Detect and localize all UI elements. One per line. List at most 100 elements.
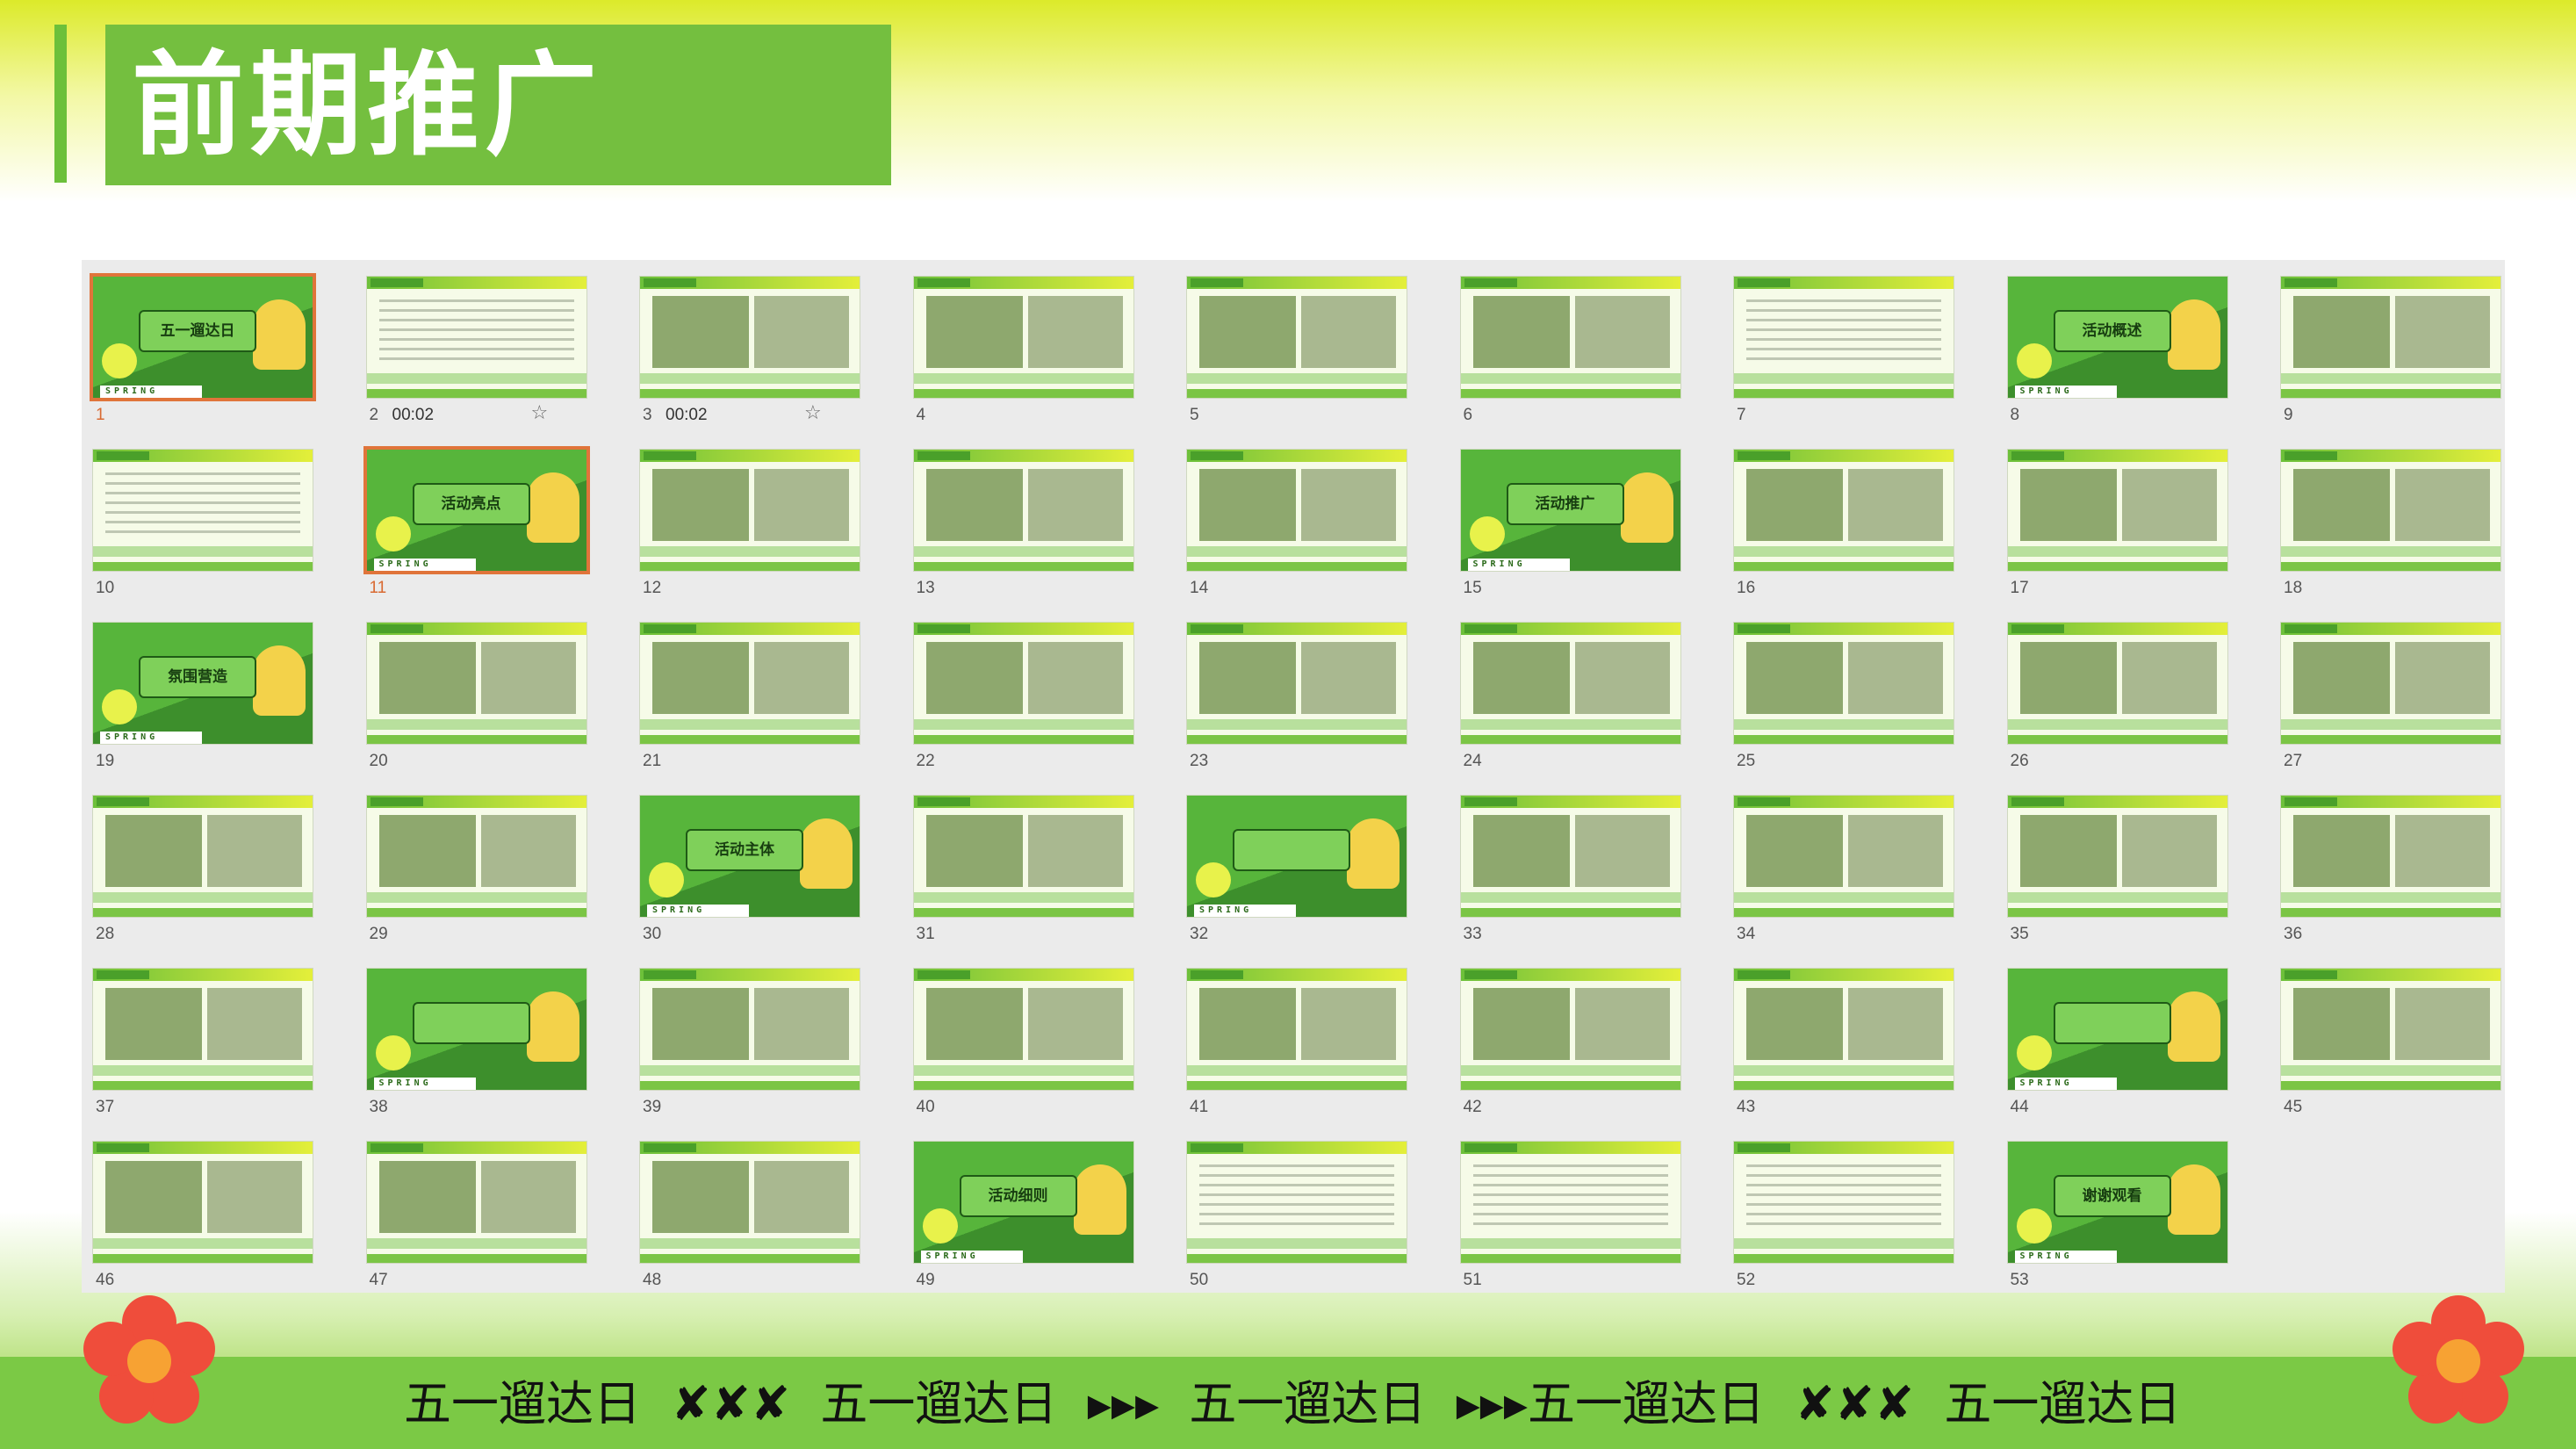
slide-thumbnail-37[interactable]: 37 (85, 959, 313, 1132)
slide-thumbnail-49[interactable]: 活动细则 SPRING 49 (906, 1132, 1134, 1305)
animation-star-icon[interactable]: ☆ (531, 402, 549, 424)
slide-thumbnail-53[interactable]: 谢谢观看 SPRING 53 (2000, 1132, 2228, 1305)
slide-preview[interactable] (1186, 276, 1407, 399)
slide-preview[interactable] (912, 968, 1134, 1091)
slide-preview[interactable] (365, 622, 587, 745)
slide-thumbnail-41[interactable]: 41 (1179, 959, 1407, 1132)
slide-preview[interactable]: 活动细则 SPRING (912, 1141, 1134, 1264)
slide-thumbnail-40[interactable]: 40 (906, 959, 1134, 1132)
slide-preview[interactable]: SPRING (365, 968, 587, 1091)
slide-thumbnail-28[interactable]: 28 (85, 786, 313, 959)
slide-preview[interactable] (2280, 795, 2501, 918)
slide-preview[interactable] (1186, 449, 1407, 572)
slide-preview[interactable]: 活动概述 SPRING (2006, 276, 2228, 399)
slide-preview[interactable] (92, 449, 313, 572)
slide-thumbnail-52[interactable]: 52 (1726, 1132, 1954, 1305)
slide-preview[interactable] (1186, 1141, 1407, 1264)
slide-thumbnail-21[interactable]: 21 (632, 613, 860, 786)
slide-preview[interactable] (1459, 276, 1681, 399)
slide-thumbnail-43[interactable]: 43 (1726, 959, 1954, 1132)
slide-thumbnail-14[interactable]: 14 (1179, 440, 1407, 613)
slide-preview[interactable] (365, 795, 587, 918)
slide-preview[interactable] (365, 1141, 587, 1264)
slide-thumbnail-33[interactable]: 33 (1453, 786, 1681, 959)
slide-thumbnail-9[interactable]: 9 (2273, 267, 2501, 440)
slide-preview[interactable] (912, 449, 1134, 572)
animation-star-icon[interactable]: ☆ (804, 402, 822, 424)
slide-preview[interactable] (1186, 968, 1407, 1091)
slide-preview[interactable] (639, 622, 860, 745)
slide-preview[interactable] (912, 622, 1134, 745)
slide-preview[interactable] (1733, 1141, 1954, 1264)
slide-preview[interactable] (912, 795, 1134, 918)
slide-thumbnail-25[interactable]: 25 (1726, 613, 1954, 786)
slide-thumbnail-51[interactable]: 51 (1453, 1132, 1681, 1305)
slide-preview[interactable] (1459, 968, 1681, 1091)
slide-thumbnail-23[interactable]: 23 (1179, 613, 1407, 786)
slide-thumbnail-13[interactable]: 13 (906, 440, 1134, 613)
slide-preview[interactable] (1459, 795, 1681, 918)
slide-preview[interactable] (1733, 276, 1954, 399)
slide-thumbnail-48[interactable]: 48 (632, 1132, 860, 1305)
slide-preview[interactable] (2006, 795, 2228, 918)
slide-preview[interactable] (2280, 968, 2501, 1091)
slide-thumbnail-3[interactable]: 3 00:02 ☆ (632, 267, 860, 440)
slide-thumbnail-42[interactable]: 42 (1453, 959, 1681, 1132)
slide-thumbnail-32[interactable]: SPRING 32 (1179, 786, 1407, 959)
slide-preview[interactable] (2006, 449, 2228, 572)
slide-preview[interactable] (639, 1141, 860, 1264)
slide-thumbnail-27[interactable]: 27 (2273, 613, 2501, 786)
slide-thumbnail-35[interactable]: 35 (2000, 786, 2228, 959)
slide-preview[interactable] (1459, 1141, 1681, 1264)
slide-preview[interactable]: 谢谢观看 SPRING (2006, 1141, 2228, 1264)
slide-thumbnail-15[interactable]: 活动推广 SPRING 15 (1453, 440, 1681, 613)
slide-thumbnail-31[interactable]: 31 (906, 786, 1134, 959)
slide-thumbnail-34[interactable]: 34 (1726, 786, 1954, 959)
slide-thumbnail-19[interactable]: 氛围营造 SPRING 19 (85, 613, 313, 786)
slide-thumbnail-50[interactable]: 50 (1179, 1132, 1407, 1305)
slide-preview[interactable]: 活动主体 SPRING (639, 795, 860, 918)
slide-preview[interactable] (1733, 449, 1954, 572)
slide-thumbnail-45[interactable]: 45 (2273, 959, 2501, 1132)
slide-thumbnail-46[interactable]: 46 (85, 1132, 313, 1305)
slide-preview[interactable] (1733, 968, 1954, 1091)
slide-preview[interactable] (2280, 622, 2501, 745)
slide-preview[interactable] (1733, 622, 1954, 745)
slide-thumbnail-39[interactable]: 39 (632, 959, 860, 1132)
slide-preview[interactable] (639, 276, 860, 399)
slide-thumbnail-17[interactable]: 17 (2000, 440, 2228, 613)
slide-preview[interactable] (639, 968, 860, 1091)
slide-thumbnail-10[interactable]: 10 (85, 440, 313, 613)
slide-preview[interactable] (1186, 622, 1407, 745)
slide-thumbnail-1[interactable]: 五一遛达日 SPRING 1 (85, 267, 316, 440)
slide-preview[interactable] (2280, 276, 2501, 399)
slide-preview[interactable] (92, 795, 313, 918)
slide-preview[interactable] (92, 968, 313, 1091)
slide-preview[interactable] (639, 449, 860, 572)
slide-thumbnail-5[interactable]: 5 (1179, 267, 1407, 440)
slide-thumbnail-29[interactable]: 29 (359, 786, 587, 959)
slide-preview[interactable] (2006, 622, 2228, 745)
slide-preview[interactable] (1733, 795, 1954, 918)
slide-preview[interactable]: 氛围营造 SPRING (92, 622, 313, 745)
slide-preview[interactable] (1459, 622, 1681, 745)
slide-thumbnail-18[interactable]: 18 (2273, 440, 2501, 613)
slide-preview[interactable]: SPRING (2006, 968, 2228, 1091)
slide-thumbnail-47[interactable]: 47 (359, 1132, 587, 1305)
slide-preview[interactable] (2280, 449, 2501, 572)
slide-preview[interactable]: 五一遛达日 SPRING (90, 273, 316, 401)
slide-preview[interactable]: SPRING (1186, 795, 1407, 918)
slide-preview[interactable]: 活动亮点 SPRING (363, 446, 590, 574)
slide-thumbnail-4[interactable]: 4 (906, 267, 1134, 440)
slide-thumbnail-6[interactable]: 6 (1453, 267, 1681, 440)
slide-preview[interactable] (912, 276, 1134, 399)
slide-preview[interactable] (92, 1141, 313, 1264)
slide-thumbnail-16[interactable]: 16 (1726, 440, 1954, 613)
slide-thumbnail-22[interactable]: 22 (906, 613, 1134, 786)
slide-thumbnail-26[interactable]: 26 (2000, 613, 2228, 786)
slide-preview[interactable]: 活动推广 SPRING (1459, 449, 1681, 572)
slide-thumbnail-36[interactable]: 36 (2273, 786, 2501, 959)
slide-thumbnail-44[interactable]: SPRING 44 (2000, 959, 2228, 1132)
slide-thumbnail-8[interactable]: 活动概述 SPRING 8 (2000, 267, 2228, 440)
slide-thumbnail-2[interactable]: 2 00:02 ☆ (359, 267, 587, 440)
